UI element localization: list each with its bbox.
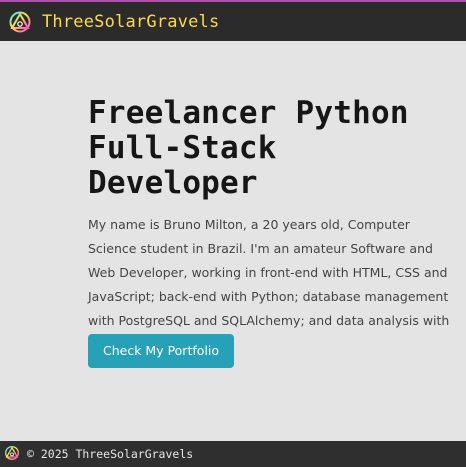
top-navbar: ThreeSolarGravels	[0, 0, 466, 41]
check-portfolio-button[interactable]: Check My Portfolio	[88, 334, 234, 368]
triangle-circle-logo-icon	[5, 446, 19, 460]
page-title: Freelancer Python Full-Stack Developer	[88, 95, 409, 201]
footer-copyright: © 2025 ThreeSolarGravels	[27, 447, 194, 461]
footer: © 2025 ThreeSolarGravels	[0, 441, 466, 467]
triangle-circle-logo-icon[interactable]	[8, 10, 32, 34]
brand-name[interactable]: ThreeSolarGravels	[42, 12, 219, 32]
hero-section: Freelancer Python Full-Stack Developer M…	[88, 96, 458, 357]
